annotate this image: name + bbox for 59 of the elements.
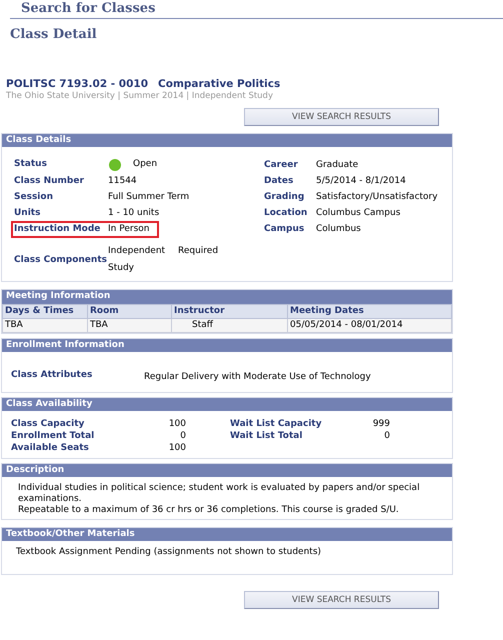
table-cell: TBA [88, 318, 172, 332]
field-value: Full Summer Term [108, 192, 190, 203]
field-value: Columbus [316, 224, 361, 235]
field-value: In Person [108, 224, 150, 235]
table-cell: Staff [172, 318, 288, 332]
section-header: Enrollment Information [2, 339, 452, 352]
course-info: The Ohio State University | Summer 2014 | Independent Study [6, 90, 273, 102]
column-header: Meeting Dates [288, 304, 452, 318]
section-header: Class Availability [2, 398, 452, 411]
section-header: Class Details [2, 134, 452, 148]
field-label: Career [264, 160, 299, 171]
field-label: Class Components [14, 254, 108, 266]
field-value: Independent Study [108, 245, 166, 276]
table-cell: TBA [2, 318, 88, 332]
field-label: Campus [264, 224, 306, 235]
field-label: Dates [264, 176, 294, 187]
field-label: Available Seats [11, 443, 90, 454]
field-label: Instruction Mode [14, 224, 102, 235]
course-name: Comparative Politics [158, 78, 280, 91]
field-value: Regular Delivery with Moderate Use of Technology [144, 372, 371, 384]
field-label: Location [264, 208, 308, 219]
field-value: 1 - 10 units [108, 208, 160, 219]
section-header: Textbook/Other Materials [2, 528, 452, 541]
field-label: Class Capacity [11, 418, 86, 430]
textbook-text: Textbook Assignment Pending (assignments not shown to students) [16, 546, 322, 557]
field-value: Columbus Campus [316, 208, 400, 219]
field-value: 100 [168, 418, 186, 430]
field-value: Satisfactory/Unsatisfactory [316, 192, 438, 203]
column-header: Instructor [172, 304, 288, 318]
page-title: Search for Classes [21, 1, 156, 18]
column-header: Days & Times [2, 304, 88, 318]
field-value: Open [133, 159, 158, 172]
field-label: Grading [264, 192, 306, 203]
column-header: Room [88, 304, 172, 318]
field-label: Enrollment Total [11, 431, 96, 442]
field-value: 0 [179, 431, 186, 442]
field-label: Units [14, 208, 42, 219]
view-results-button[interactable]: VIEW SEARCH RESULTS [244, 108, 439, 126]
description-text: Individual studies in political science; student work is evaluated by papers and/or special examinations. [18, 482, 421, 505]
field-value: Graduate [316, 160, 358, 171]
field-label: Wait List Total [230, 431, 304, 442]
field-value: 5/5/2014 - 8/1/2014 [316, 176, 406, 187]
course-code: POLITSC 7193.02 - 0010 [6, 78, 148, 91]
page-subtitle: Class Detail [10, 27, 97, 44]
field-value: 0 [383, 431, 390, 442]
description-text: Repeatable to a maximum of 36 cr hrs or 36 completions. This course is graded S/U. [18, 505, 400, 516]
field-label: Session [14, 192, 54, 203]
section-header: Description [2, 464, 452, 477]
field-value: Required [178, 245, 218, 258]
field-label: Class Number [14, 176, 85, 187]
field-label: Wait List Capacity [230, 418, 323, 430]
field-value: 100 [168, 443, 186, 454]
section-header: Meeting Information [2, 290, 452, 304]
field-value: 999 [372, 418, 390, 430]
view-results-button[interactable]: VIEW SEARCH RESULTS [244, 591, 439, 609]
field-label: Class Attributes [11, 370, 94, 382]
table-cell: 05/05/2014 - 08/01/2014 [288, 318, 452, 332]
field-value: 11544 [108, 176, 137, 187]
field-label: Status [14, 159, 48, 172]
